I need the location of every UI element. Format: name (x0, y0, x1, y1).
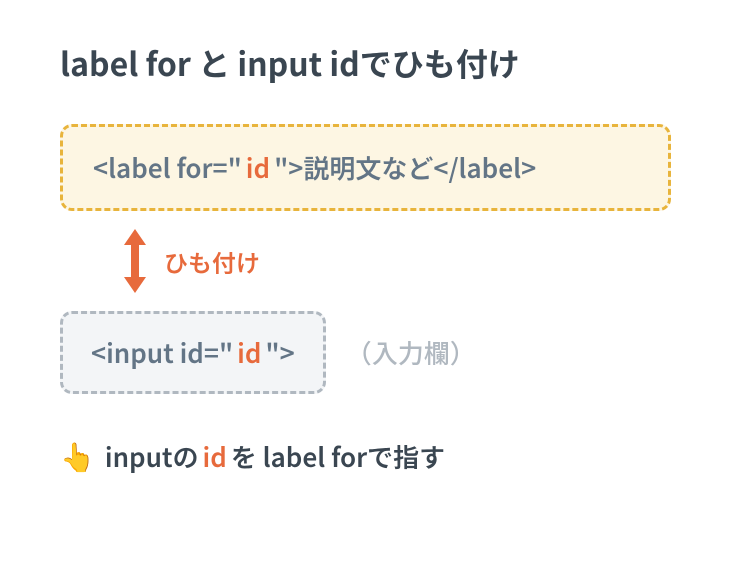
input-id-highlight: id (233, 334, 265, 371)
pointing-finger-icon: 👆 (60, 436, 95, 476)
connector-label: ひも付け (164, 244, 260, 279)
input-close: "> (265, 334, 294, 371)
label-id-highlight: id (242, 149, 274, 186)
connector-row: ひも付け (120, 225, 671, 297)
double-arrow-icon (120, 225, 150, 297)
footer-text-2: を label forで指す (231, 438, 445, 475)
input-row: <input id=" id "> （入力欄） (60, 311, 671, 394)
input-code-box: <input id=" id "> (60, 311, 326, 394)
diagram-title: label for と input idでひも付け (60, 40, 671, 86)
label-open-post: "> (274, 149, 303, 186)
footer-text-1: inputの (105, 438, 199, 475)
footer-note: 👆 inputの id を label forで指す (60, 436, 671, 476)
label-code-box: <label for=" id "> 説明文など </label> (60, 124, 671, 211)
footer-id-highlight: id (199, 438, 231, 475)
label-content-text: 説明文など (303, 149, 433, 186)
label-close-tag: </label> (433, 149, 536, 186)
input-placeholder-label: （入力欄） (346, 334, 476, 371)
label-open-pre: <label for=" (93, 149, 242, 186)
input-open-pre: <input id=" (91, 334, 233, 371)
